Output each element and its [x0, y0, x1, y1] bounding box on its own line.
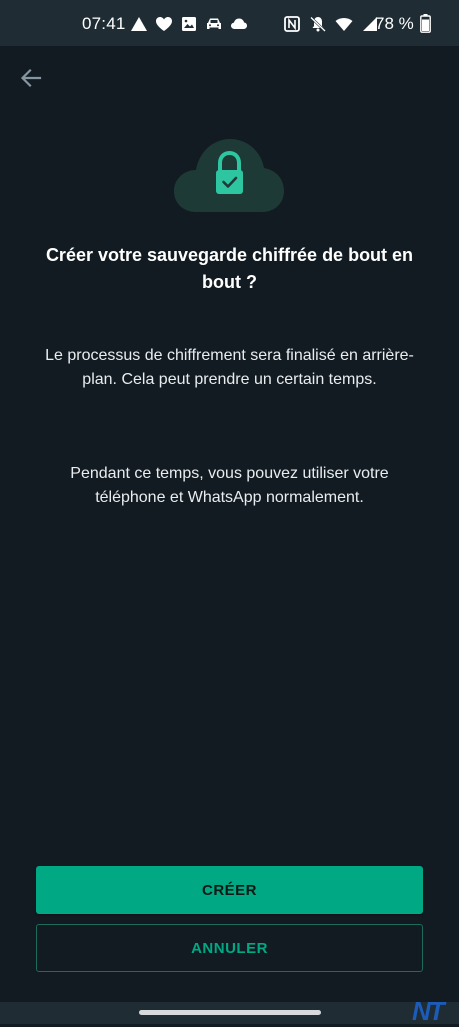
arrow-left-icon	[20, 68, 42, 88]
cloud-lock-icon	[174, 139, 284, 212]
cancel-button[interactable]: ANNULER	[36, 924, 423, 972]
dialog-paragraph-usage: Pendant ce temps, vous pouvez utiliser v…	[70, 465, 389, 506]
gesture-handle[interactable]	[139, 1010, 321, 1015]
wifi-icon	[335, 18, 353, 31]
nfc-icon	[284, 16, 300, 32]
triangle-alert-icon	[131, 17, 147, 31]
create-button[interactable]: CRÉER	[36, 866, 423, 914]
status-system-icons	[283, 15, 379, 33]
battery-percent: 78 %	[375, 14, 414, 33]
cloud-icon	[231, 18, 247, 29]
image-icon	[182, 17, 196, 31]
dialog-title: Créer votre sauvegarde chiffrée de bout …	[45, 245, 414, 292]
heart-icon	[156, 17, 172, 31]
back-button[interactable]	[17, 64, 45, 92]
status-time: 07:41	[82, 14, 126, 33]
dialog-paragraph-encryption: Le processus de chiffrement sera finalis…	[45, 347, 414, 388]
status-bar: 07:41 78 %	[0, 0, 459, 46]
battery-icon	[420, 14, 431, 33]
watermark-logo: NT	[412, 996, 445, 1026]
status-notification-icons	[130, 15, 248, 33]
bell-off-icon	[310, 16, 326, 32]
car-icon	[207, 18, 221, 29]
